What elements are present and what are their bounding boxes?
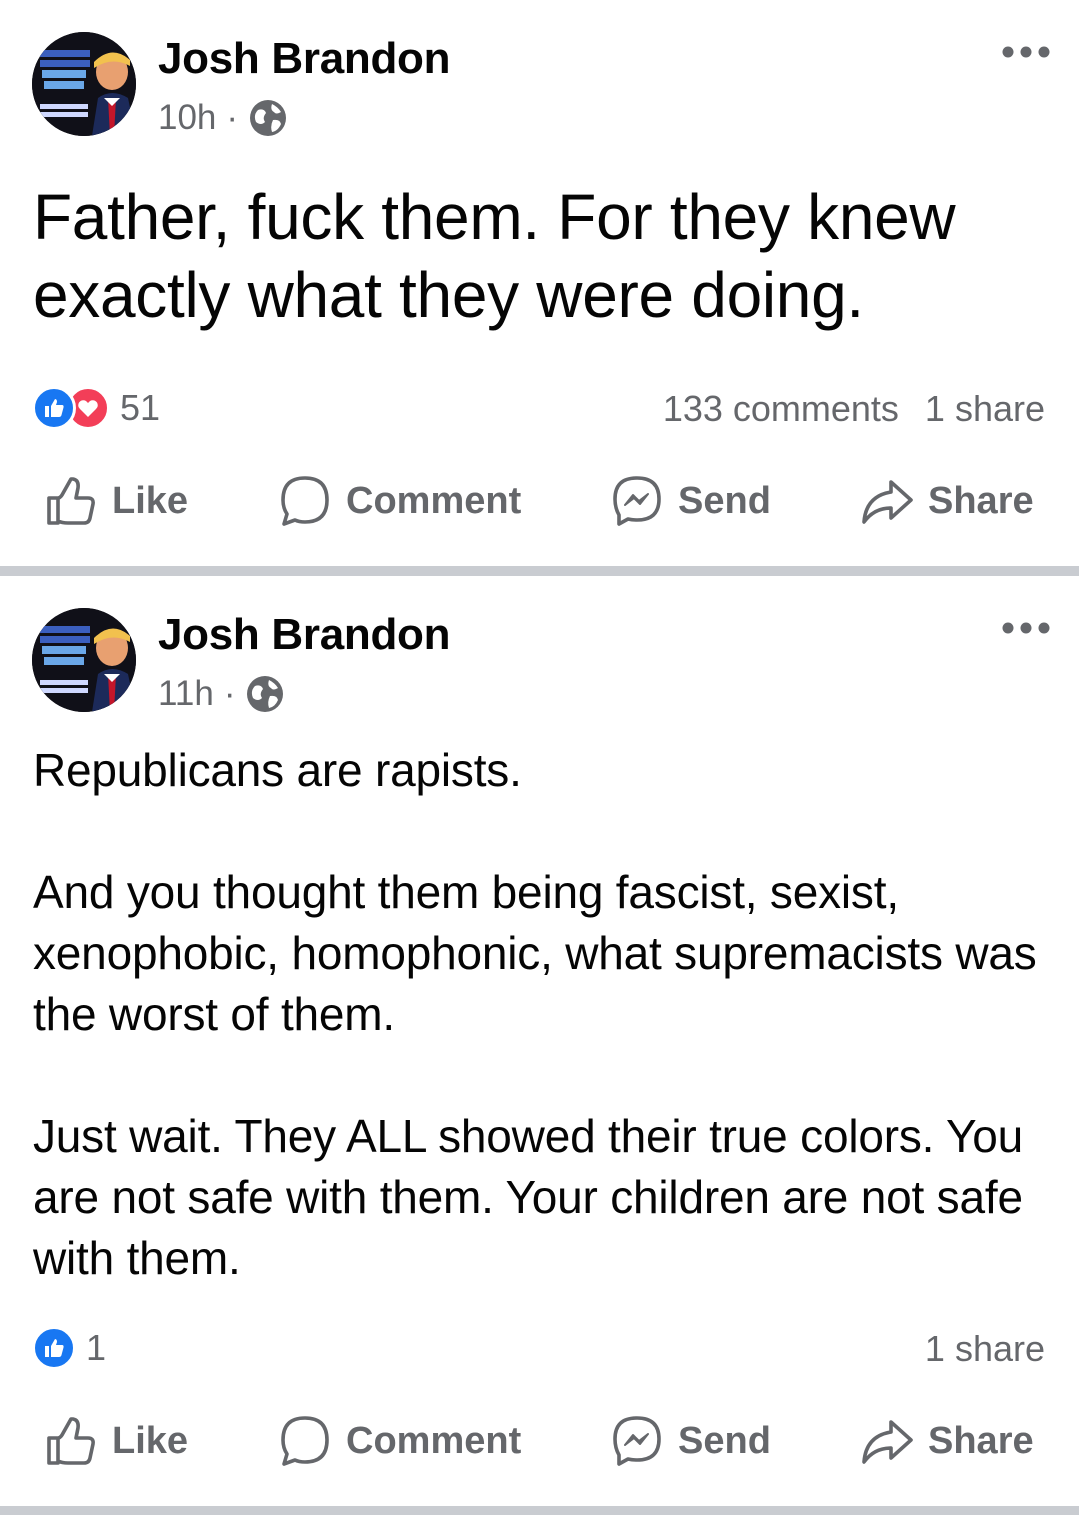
author-name[interactable]: Josh Brandon xyxy=(158,610,451,660)
post-timestamp[interactable]: 11h xyxy=(158,674,214,714)
meta-separator: · xyxy=(223,674,236,713)
reaction-count: 51 xyxy=(120,387,161,428)
share-count[interactable]: 1 share xyxy=(925,1328,1045,1370)
share-icon xyxy=(862,480,913,524)
post-paragraph: Just wait. They ALL showed their true co… xyxy=(33,1110,1024,1284)
like-reaction-icon xyxy=(32,1326,76,1370)
avatar[interactable] xyxy=(32,32,136,136)
send-label: Send xyxy=(678,1419,771,1462)
messenger-icon xyxy=(613,1416,661,1466)
meta-separator: · xyxy=(226,98,239,137)
avatar[interactable] xyxy=(32,608,136,712)
comment-icon xyxy=(281,1416,329,1466)
like-button[interactable]: Like xyxy=(44,1414,188,1468)
thumbs-up-icon xyxy=(47,1417,95,1465)
engagement-stats: 133 comments 1 share xyxy=(663,388,1045,430)
like-label: Like xyxy=(112,479,189,522)
post-1: Josh Brandon 10h · Father, fuck them. Fo… xyxy=(0,0,1079,566)
comment-label: Comment xyxy=(346,1419,522,1462)
reaction-summary[interactable]: 1 xyxy=(32,1326,106,1370)
send-button[interactable]: Send xyxy=(610,1414,771,1468)
engagement-stats: 1 share xyxy=(925,1328,1045,1370)
messenger-icon xyxy=(613,476,661,526)
more-options-icon[interactable] xyxy=(1001,621,1051,635)
post-text: Father, fuck them. For they knew exactly… xyxy=(33,181,956,331)
avatar-image xyxy=(32,32,136,136)
globe-icon xyxy=(250,100,287,136)
like-reaction-icon xyxy=(32,386,76,430)
author-name[interactable]: Josh Brandon xyxy=(158,34,451,84)
post-meta: 10h · xyxy=(158,98,288,138)
post-paragraph: Republicans are rapists. xyxy=(33,744,522,796)
send-label: Send xyxy=(678,479,771,522)
avatar-image xyxy=(32,608,136,712)
comment-count[interactable]: 133 comments xyxy=(663,388,899,430)
post-meta: 11h · xyxy=(158,674,285,714)
thumbs-up-icon xyxy=(47,477,95,525)
post-paragraph: And you thought them being fascist, sexi… xyxy=(33,866,1037,1040)
like-button[interactable]: Like xyxy=(44,474,188,528)
share-icon xyxy=(862,1420,913,1464)
comment-icon xyxy=(281,476,329,526)
share-label: Share xyxy=(928,479,1034,522)
post-timestamp[interactable]: 10h xyxy=(158,98,216,138)
post-divider xyxy=(0,566,1079,576)
action-bar: Like Comment Send Share xyxy=(0,474,1079,544)
share-button[interactable]: Share xyxy=(860,474,1034,528)
send-button[interactable]: Send xyxy=(610,474,771,528)
share-count[interactable]: 1 share xyxy=(925,388,1045,430)
like-label: Like xyxy=(112,1419,189,1462)
post-text: Republicans are rapists. And you thought… xyxy=(33,740,1053,1289)
more-options-icon[interactable] xyxy=(1001,45,1051,59)
post-divider xyxy=(0,1506,1079,1515)
action-bar: Like Comment Send Share xyxy=(0,1414,1079,1484)
reaction-count: 1 xyxy=(86,1327,107,1368)
share-label: Share xyxy=(928,1419,1034,1462)
comment-label: Comment xyxy=(346,479,522,522)
share-button[interactable]: Share xyxy=(860,1414,1034,1468)
comment-button[interactable]: Comment xyxy=(278,474,521,528)
globe-icon xyxy=(247,676,284,712)
comment-button[interactable]: Comment xyxy=(278,1414,521,1468)
reaction-summary[interactable]: 51 xyxy=(32,386,160,430)
post-2: Josh Brandon 11h · Republicans are rapis… xyxy=(0,576,1079,1506)
